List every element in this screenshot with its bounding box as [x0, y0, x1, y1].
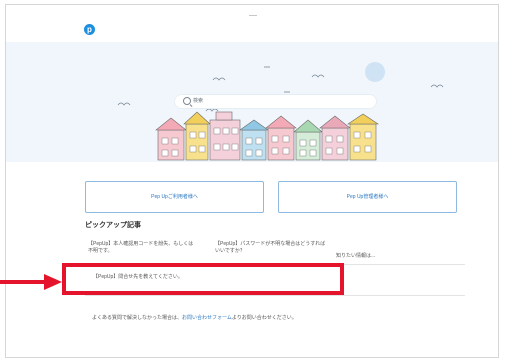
highlight-box: [62, 263, 344, 295]
pickup-title: ピックアップ記事: [85, 222, 141, 229]
footer-text: よくある質問で解決しなかった場合は、: [92, 315, 183, 321]
search-placeholder: 検索: [193, 98, 204, 104]
search-input[interactable]: 検索: [174, 94, 377, 109]
contact-form-link[interactable]: お問い合わせフォーム: [182, 315, 232, 321]
site-header: p: [6, 5, 498, 41]
hero-banner: 検索: [6, 42, 498, 162]
top-indicator: [249, 15, 257, 16]
admin-guide-button[interactable]: Pep Up管理者様へ: [278, 181, 457, 213]
footer-text: よりお問い合わせください。: [231, 315, 297, 321]
user-guide-button[interactable]: Pep Upご利用者様へ: [85, 181, 264, 213]
footer-note: よくある質問で解決しなかった場合は、お問い合わせフォームよりお問い合わせください…: [92, 314, 297, 321]
highlight-arrow-icon: [0, 274, 62, 290]
divider: [85, 295, 465, 296]
article-link[interactable]: 【PepUp】パスワードが不明な場合はどうすればいいですか？: [215, 241, 328, 255]
browser-page: p 検索 Pep Upご利用者様へ Pep Up管理者様へ ピックアップ記事 【…: [5, 4, 499, 358]
article-link[interactable]: 【PepUp】本人確認用コードを紛失、もしくは不明です。: [88, 241, 198, 255]
article-link[interactable]: 知りたい情報は...: [336, 253, 416, 260]
search-icon: [183, 97, 191, 105]
logo-icon[interactable]: p: [84, 24, 95, 35]
